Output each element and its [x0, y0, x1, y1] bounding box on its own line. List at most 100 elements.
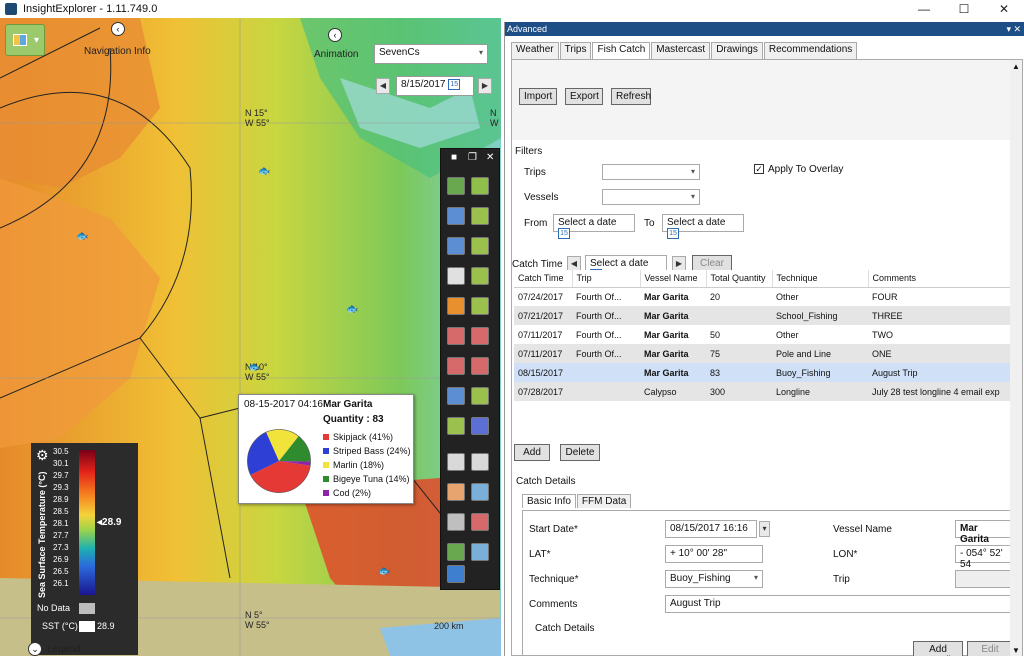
layer-tool-icon[interactable]	[471, 297, 489, 315]
delete-button[interactable]: Delete	[560, 444, 600, 461]
layer-tool-icon[interactable]	[447, 297, 465, 315]
animation-date-field[interactable]: 8/15/2017 15	[396, 76, 474, 96]
lat-field[interactable]: + 10° 00' 28"	[665, 545, 763, 563]
edit-detail-button[interactable]: Edit Deta	[967, 641, 1013, 656]
table-cell: July 28 test longline 4 email exp	[868, 382, 1010, 401]
tab-ffm-data[interactable]: FFM Data	[576, 494, 632, 508]
next-date-button[interactable]: ▶	[478, 78, 492, 94]
vessel-name-field[interactable]: Mar Garita	[955, 520, 1013, 545]
table-row-selected[interactable]: 08/15/2017 Mar Garita 83 Buoy_Fishing August…	[514, 363, 1010, 382]
pane-controls[interactable]: ▾ ✕	[1006, 22, 1021, 36]
layer-tool-icon[interactable]	[447, 513, 465, 531]
apply-overlay-checkbox[interactable]: ✓ Apply To Overlay	[754, 164, 843, 175]
tab-recommendations[interactable]: Recommendations	[763, 42, 858, 59]
layer-tool-icon[interactable]	[447, 267, 465, 285]
layer-tool-icon[interactable]	[447, 207, 465, 225]
vessels-filter-select[interactable]: ▾	[602, 189, 700, 205]
layer-tool-icon[interactable]	[471, 513, 489, 531]
technique-select[interactable]: Buoy_Fishing ▾	[665, 570, 763, 588]
import-button[interactable]: Import	[519, 88, 557, 105]
to-label: To	[644, 218, 655, 229]
column-header[interactable]: Trip	[572, 270, 641, 288]
add-detail-button[interactable]: Add Detail	[913, 641, 963, 656]
fish-marker-icon[interactable]: 🐟	[346, 304, 358, 315]
export-button[interactable]: Export	[565, 88, 603, 105]
fish-marker-icon[interactable]: 🐟	[76, 231, 88, 242]
trips-filter-select[interactable]: ▾	[602, 164, 700, 180]
from-date-field[interactable]: Select a date 15	[553, 214, 635, 239]
column-header[interactable]: Comments	[868, 270, 1011, 288]
model-select[interactable]: SevenCs ▾	[374, 44, 488, 64]
fish-marker-icon[interactable]: 🐟	[378, 566, 390, 577]
tab-drawings[interactable]: Drawings	[711, 42, 763, 59]
layer-tool-icon[interactable]	[447, 357, 465, 375]
start-date-field[interactable]: 08/15/2017 16:16	[665, 520, 757, 538]
layer-tool-icon[interactable]	[471, 207, 489, 225]
table-row[interactable]: 07/11/2017 Fourth Of... Mar Garita 75 Pole a…	[514, 344, 1010, 363]
layer-tool-icon[interactable]	[447, 327, 465, 345]
popup-quantity: Quantity : 83	[323, 414, 384, 425]
coord-label-n5: N 5° W 55°	[245, 610, 270, 630]
previous-date-button[interactable]: ◀	[376, 78, 390, 94]
table-header-row: Catch Time Trip Vessel Name Total Quanti…	[514, 270, 1011, 288]
layers-menu-button[interactable]: ▾	[5, 24, 45, 56]
panel-square-icon[interactable]: ■	[451, 152, 457, 163]
map-view[interactable]: ▾ ‹ Navigation Info ‹ Animation SevenCs ▾…	[0, 18, 501, 656]
legend-toggle-icon[interactable]: ⌄	[28, 642, 42, 656]
comments-field[interactable]: August Trip	[665, 595, 1013, 613]
animation-toggle[interactable]: ‹	[328, 28, 342, 42]
layer-tool-icon[interactable]	[471, 387, 489, 405]
layer-tool-icon[interactable]	[471, 327, 489, 345]
layer-tool-icon[interactable]	[471, 483, 489, 501]
trip-select[interactable]	[955, 570, 1013, 588]
table-row[interactable]: 07/11/2017 Fourth Of... Mar Garita 50 Other T…	[514, 325, 1010, 344]
panel-restore-icon[interactable]: ❐	[468, 152, 477, 163]
legend-toggle-label[interactable]: Legend	[47, 644, 80, 655]
layer-tool-icon[interactable]	[471, 543, 489, 561]
column-header[interactable]: Technique	[772, 270, 869, 288]
layer-tool-icon[interactable]	[471, 267, 489, 285]
panel-close-icon[interactable]: ✕	[486, 152, 494, 163]
column-header[interactable]: Catch Time	[514, 270, 573, 288]
tab-basic-info[interactable]: Basic Info	[522, 494, 576, 508]
layer-tool-icon[interactable]	[471, 453, 489, 471]
fish-marker-icon[interactable]: 🐟	[248, 362, 260, 373]
column-header[interactable]: Total Quantity	[706, 270, 773, 288]
scroll-down-icon[interactable]: ▼	[1012, 646, 1020, 655]
vertical-scrollbar[interactable]: ▲ ▼	[1010, 60, 1022, 656]
scroll-up-icon[interactable]: ▲	[1012, 62, 1020, 71]
layer-tool-icon[interactable]	[471, 357, 489, 375]
lon-field[interactable]: - 054° 52' 54	[955, 545, 1013, 570]
to-date-field[interactable]: Select a date 15	[662, 214, 744, 239]
table-row[interactable]: 07/28/2017 Calypso 300 Longline July 28 test…	[514, 382, 1010, 401]
layer-tool-icon[interactable]	[447, 483, 465, 501]
layer-tool-icon[interactable]	[447, 565, 465, 583]
layer-tool-icon[interactable]	[447, 237, 465, 255]
tab-weather[interactable]: Weather	[511, 42, 559, 59]
tab-fish-catch[interactable]: Fish Catch	[592, 42, 651, 60]
minimize-button[interactable]: —	[904, 0, 944, 18]
coord-label-n15: N 15° W 55°	[245, 108, 270, 128]
tab-mastercast[interactable]: Mastercast	[651, 42, 711, 59]
layer-tool-icon[interactable]	[447, 177, 465, 195]
zoom-tool-icon[interactable]	[447, 453, 465, 471]
table-row[interactable]: 07/21/2017 Fourth Of... Mar Garita School_F…	[514, 306, 1010, 325]
layer-tool-icon[interactable]	[447, 417, 465, 435]
layer-tool-icon[interactable]	[471, 417, 489, 435]
layer-tool-icon[interactable]	[471, 237, 489, 255]
checkbox-checked-icon[interactable]: ✓	[754, 164, 764, 175]
refresh-button[interactable]: Refresh	[611, 88, 651, 105]
tab-trips[interactable]: Trips	[559, 42, 592, 59]
fish-marker-icon[interactable]: 🐟	[258, 166, 270, 177]
chevron-down-icon: ▾	[690, 192, 695, 201]
navigation-info-toggle[interactable]: ‹	[111, 22, 125, 36]
layer-tool-icon[interactable]	[471, 177, 489, 195]
add-button[interactable]: Add	[514, 444, 550, 461]
maximize-button[interactable]: ☐	[944, 0, 984, 18]
layer-tool-icon[interactable]	[447, 543, 465, 561]
close-button[interactable]: ✕	[984, 0, 1024, 18]
layer-tool-icon[interactable]	[447, 387, 465, 405]
start-date-spinner[interactable]: ▾	[759, 521, 770, 537]
table-row[interactable]: 07/24/2017 Fourth Of... Mar Garita 20 Other F…	[514, 287, 1010, 306]
column-header[interactable]: Vessel Name	[640, 270, 707, 288]
